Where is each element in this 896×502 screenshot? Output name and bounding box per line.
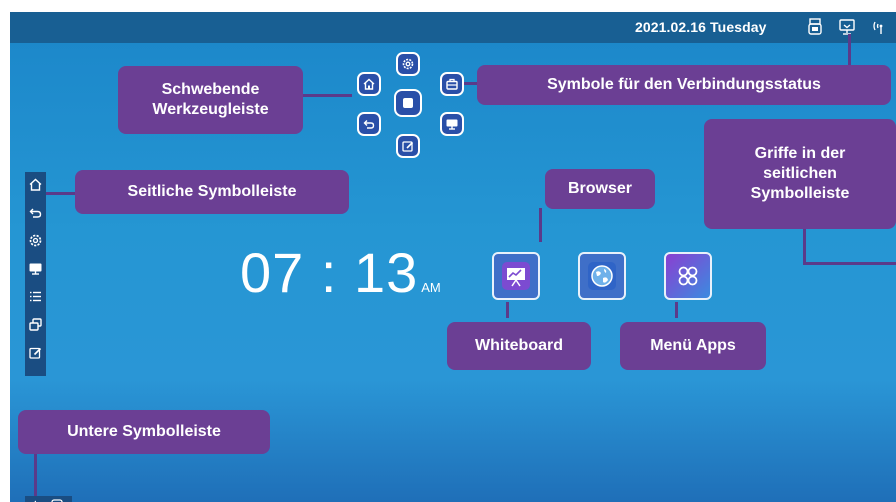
gear-icon[interactable] xyxy=(28,233,43,248)
home-icon[interactable] xyxy=(357,72,381,96)
callout-browser: Browser xyxy=(545,169,655,209)
stop-icon[interactable] xyxy=(394,89,422,117)
usb-icon[interactable] xyxy=(806,17,824,37)
callout-bottom-toolbar-text: Untere Symbolleiste xyxy=(67,423,221,440)
monitor-icon[interactable] xyxy=(28,261,43,276)
back-icon[interactable] xyxy=(28,205,43,220)
callout-status-icons-text: Symbole für den Verbindungsstatus xyxy=(547,76,821,93)
callout-menu-apps: Menü Apps xyxy=(620,322,766,370)
connector-line xyxy=(506,302,509,318)
back-icon[interactable] xyxy=(357,112,381,136)
connector-line xyxy=(300,94,352,97)
callout-bottom-toolbar: Untere Symbolleiste xyxy=(18,410,270,454)
browser-icon xyxy=(588,262,616,290)
clock-ampm: AM xyxy=(421,280,441,295)
callout-side-toolbar: Seitliche Symbolleiste xyxy=(75,170,349,214)
callout-status-icons: Symbole für den Verbindungsstatus xyxy=(477,65,891,105)
toolbox-icon[interactable] xyxy=(440,72,464,96)
callout-menu-apps-text: Menü Apps xyxy=(650,337,736,354)
callout-whiteboard-text: Whiteboard xyxy=(475,337,563,354)
status-bar: 2021.02.16 Tuesday xyxy=(10,12,896,43)
wifi-antenna-icon[interactable] xyxy=(872,17,890,37)
connector-line xyxy=(675,302,678,318)
connector-line xyxy=(803,227,806,265)
home-icon[interactable] xyxy=(28,177,43,192)
apps-menu-icon xyxy=(678,266,698,286)
callout-side-handles-text: Griffe in der seitlichen Symbolleiste xyxy=(750,145,850,202)
callout-whiteboard: Whiteboard xyxy=(447,322,591,370)
edit-icon[interactable] xyxy=(28,345,43,360)
connector-line xyxy=(539,208,542,242)
whiteboard-icon xyxy=(502,262,530,290)
callout-floating-toolbar-text: Schwebende Werkzeugleiste xyxy=(152,81,269,118)
clock: 07 : 13 AM xyxy=(240,240,441,305)
windows-icon[interactable] xyxy=(28,317,43,332)
connector-line xyxy=(34,452,37,496)
monitor-icon[interactable] xyxy=(440,112,464,136)
browser-app[interactable] xyxy=(578,252,626,300)
apps-menu-app[interactable] xyxy=(664,252,712,300)
status-datetime: 2021.02.16 Tuesday xyxy=(635,19,767,35)
bottom-toolbar xyxy=(25,496,72,502)
clock-time: 07 : 13 xyxy=(240,241,419,304)
callout-floating-toolbar: Schwebende Werkzeugleiste xyxy=(118,66,303,134)
callout-browser-text: Browser xyxy=(567,180,633,197)
edit-icon[interactable] xyxy=(396,134,420,158)
whiteboard-app[interactable] xyxy=(492,252,540,300)
list-icon[interactable] xyxy=(28,289,43,304)
callout-side-toolbar-text: Seitliche Symbolleiste xyxy=(127,183,297,200)
desktop-screen: 2021.02.16 Tuesday 07: 13 AM Schwebende… xyxy=(10,12,896,502)
gear-icon[interactable] xyxy=(396,52,420,76)
callout-side-handles: Griffe in der seitlichen Symbolleiste xyxy=(704,119,896,229)
screen-share-icon[interactable] xyxy=(838,17,856,37)
side-toolbar xyxy=(25,172,46,376)
connector-line xyxy=(803,262,896,265)
